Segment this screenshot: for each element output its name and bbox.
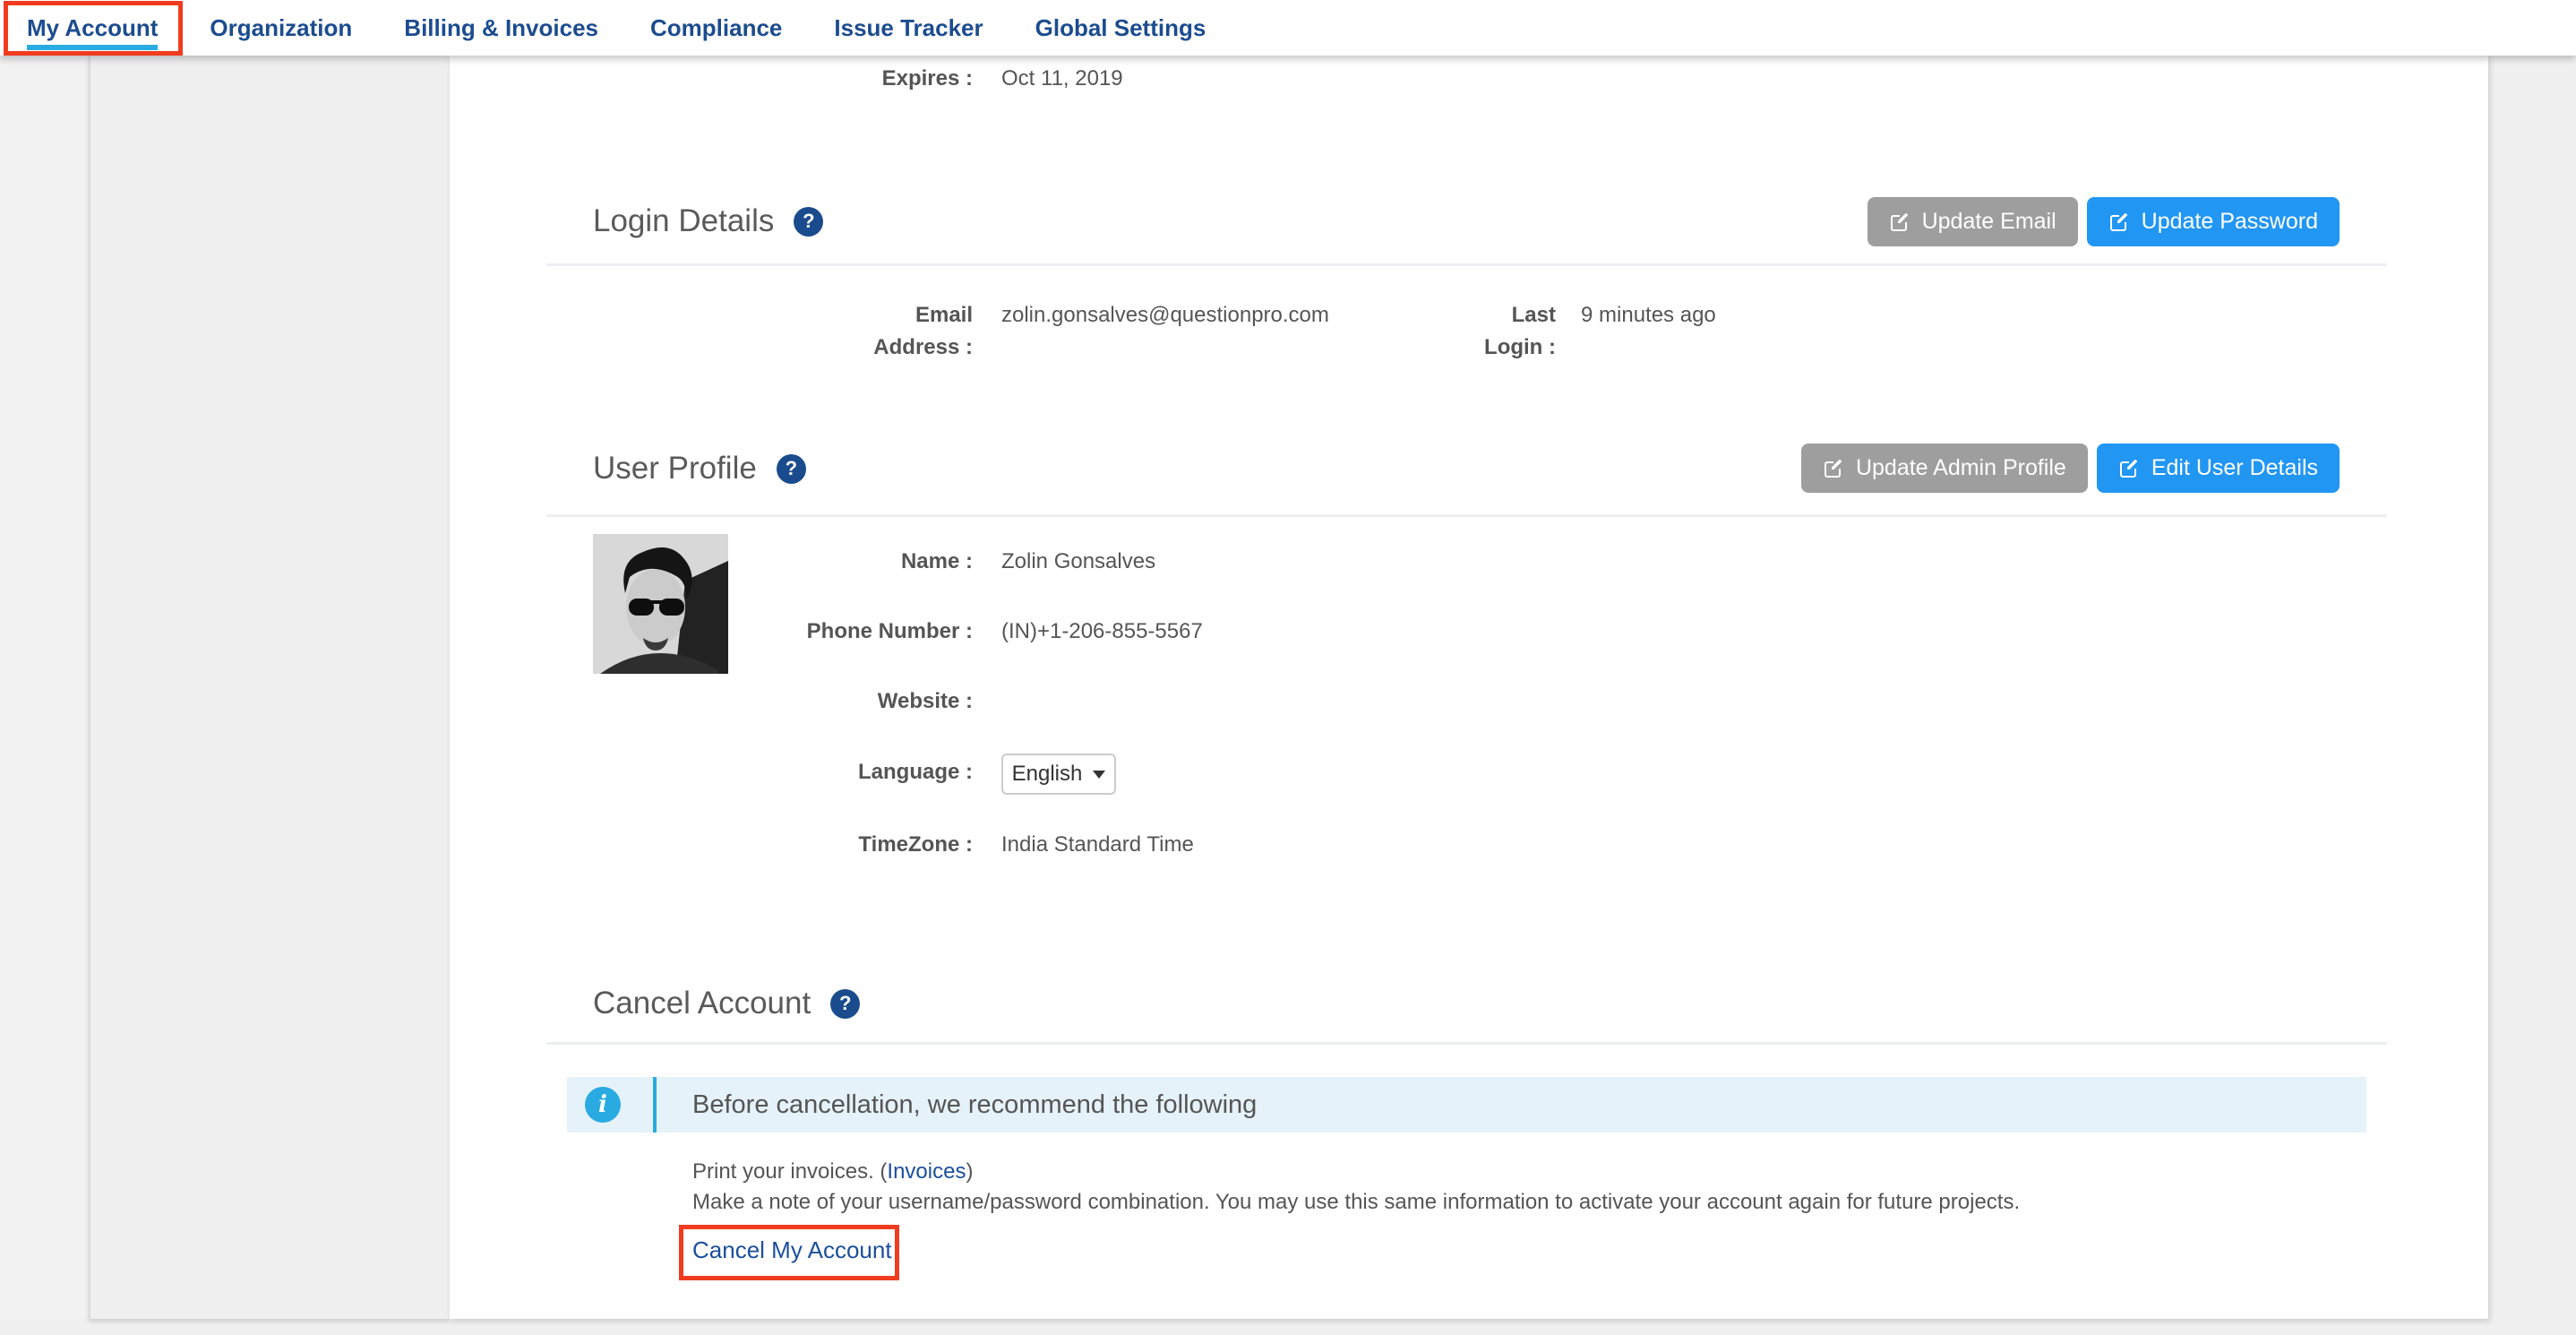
edit-icon bbox=[2118, 458, 2140, 479]
edit-icon bbox=[1823, 458, 1844, 479]
section-divider bbox=[546, 514, 2387, 517]
invoices-link[interactable]: Invoices bbox=[887, 1159, 966, 1184]
expires-label: Expires : bbox=[872, 63, 973, 95]
timezone-value: India Standard Time bbox=[1001, 829, 1194, 861]
website-label: Website : bbox=[794, 685, 973, 718]
tab-organization[interactable]: Organization bbox=[210, 14, 352, 42]
tab-my-account[interactable]: My Account bbox=[27, 14, 158, 42]
tab-my-account-label: My Account bbox=[27, 14, 158, 41]
avatar-image bbox=[593, 534, 728, 674]
email-address-label: Email Address : bbox=[872, 299, 973, 364]
login-details-section-title: Login Details ? bbox=[593, 202, 823, 241]
tab-compliance-label: Compliance bbox=[650, 14, 782, 41]
edit-user-details-label: Edit User Details bbox=[2151, 455, 2318, 481]
username-password-note: Make a note of your username/password co… bbox=[692, 1187, 2020, 1218]
language-label: Language : bbox=[794, 756, 973, 788]
account-settings-card: Expires : Oct 11, 2019 Login Details ? U… bbox=[450, 56, 2488, 1319]
user-profile-section-title: User Profile ? bbox=[593, 449, 806, 488]
tab-organization-label: Organization bbox=[210, 14, 352, 41]
name-label: Name : bbox=[794, 546, 973, 578]
tab-billing-invoices[interactable]: Billing & Invoices bbox=[404, 14, 598, 42]
caret-down-icon bbox=[1093, 771, 1105, 779]
page-left-gutter bbox=[0, 56, 89, 1319]
language-selected-value: English bbox=[1012, 762, 1083, 787]
cancel-account-section-title: Cancel Account ? bbox=[593, 984, 860, 1023]
tab-issue-tracker[interactable]: Issue Tracker bbox=[834, 14, 983, 42]
update-admin-profile-button[interactable]: Update Admin Profile bbox=[1801, 444, 2088, 493]
update-email-label: Update Email bbox=[1922, 209, 2057, 235]
tab-compliance[interactable]: Compliance bbox=[650, 14, 782, 42]
expires-value: Oct 11, 2019 bbox=[1001, 63, 1123, 95]
alert-accent-bar bbox=[653, 1077, 657, 1133]
login-details-title-text: Login Details bbox=[593, 203, 774, 239]
cancel-my-account-link[interactable]: Cancel My Account bbox=[692, 1235, 892, 1265]
update-password-button[interactable]: Update Password bbox=[2087, 197, 2340, 246]
active-tab-underline bbox=[27, 45, 158, 50]
tab-global-settings-label: Global Settings bbox=[1035, 14, 1206, 41]
top-navigation: My Account Organization Billing & Invoic… bbox=[0, 0, 2576, 56]
update-password-label: Update Password bbox=[2142, 209, 2318, 235]
tab-billing-invoices-label: Billing & Invoices bbox=[404, 14, 598, 41]
sidebar-panel bbox=[89, 56, 450, 1319]
user-profile-title-text: User Profile bbox=[593, 451, 757, 487]
language-dropdown[interactable]: English bbox=[1001, 754, 1116, 795]
last-login-label: Last Login : bbox=[1484, 299, 1556, 364]
help-icon[interactable]: ? bbox=[830, 989, 860, 1019]
help-icon[interactable]: ? bbox=[777, 454, 806, 484]
user-profile-buttons: Update Admin Profile Edit User Details bbox=[1801, 444, 2340, 493]
timezone-label: TimeZone : bbox=[794, 829, 973, 861]
print-invoices-text: Print your invoices. ( bbox=[692, 1159, 887, 1184]
section-divider bbox=[546, 263, 2387, 266]
tab-issue-tracker-label: Issue Tracker bbox=[834, 14, 983, 41]
info-icon: i bbox=[585, 1087, 621, 1123]
section-divider bbox=[546, 1042, 2387, 1045]
print-invoices-text-suffix: ) bbox=[966, 1159, 973, 1184]
login-details-buttons: Update Email Update Password bbox=[1868, 197, 2340, 246]
name-value: Zolin Gonsalves bbox=[1001, 546, 1155, 578]
edit-icon bbox=[1889, 211, 1911, 233]
cancel-account-title-text: Cancel Account bbox=[593, 986, 811, 1021]
update-email-button[interactable]: Update Email bbox=[1868, 197, 2078, 246]
edit-user-details-button[interactable]: Edit User Details bbox=[2097, 444, 2340, 493]
update-admin-profile-label: Update Admin Profile bbox=[1856, 455, 2066, 481]
edit-icon bbox=[2108, 211, 2130, 233]
cancellation-info-alert: i Before cancellation, we recommend the … bbox=[567, 1077, 2366, 1133]
cancellation-recommendations: Print your invoices. (Invoices) Make a n… bbox=[692, 1157, 2020, 1218]
help-icon[interactable]: ? bbox=[794, 207, 823, 237]
phone-number-label: Phone Number : bbox=[794, 616, 973, 648]
alert-title: Before cancellation, we recommend the fo… bbox=[692, 1077, 1257, 1133]
phone-number-value: (IN)+1-206-855-5567 bbox=[1001, 616, 1203, 648]
last-login-value: 9 minutes ago bbox=[1581, 299, 1716, 332]
tab-global-settings[interactable]: Global Settings bbox=[1035, 14, 1206, 42]
print-invoices-line: Print your invoices. (Invoices) bbox=[692, 1157, 2020, 1187]
email-address-value: zolin.gonsalves@questionpro.com bbox=[1001, 299, 1329, 332]
